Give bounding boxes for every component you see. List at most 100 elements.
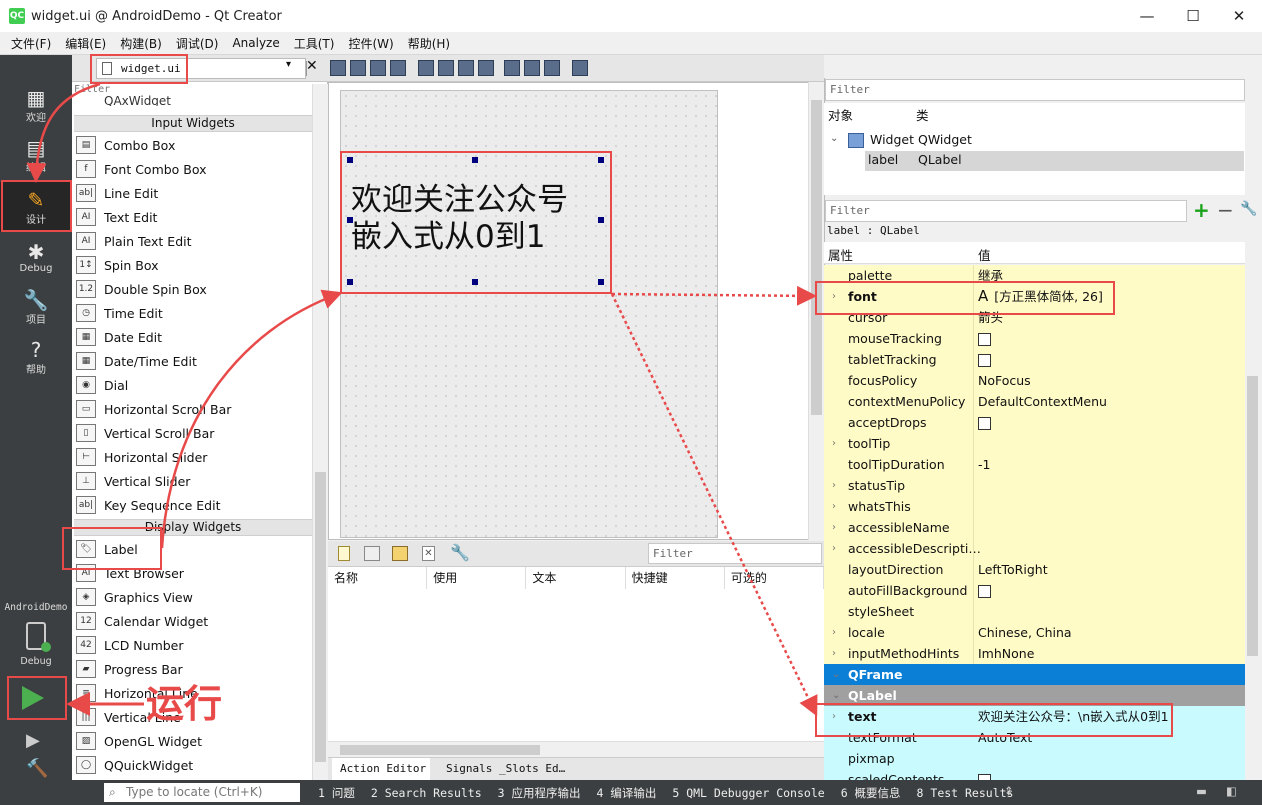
prop-value[interactable] (978, 580, 991, 601)
mode-edit[interactable]: ▤ 编辑 (0, 130, 72, 180)
break-layout-icon[interactable] (544, 60, 560, 76)
add-property-icon[interactable]: + (1193, 199, 1210, 221)
col-text[interactable]: 文本 (526, 567, 626, 589)
menu-debug[interactable]: 调试(D) (169, 35, 226, 52)
maximize-button[interactable]: ☐ (1170, 0, 1216, 32)
widget-item-qquickwidget[interactable]: ◯ QQuickWidget (76, 753, 193, 777)
menu-edit[interactable]: 编辑(E) (58, 35, 113, 52)
expand-chevron-icon[interactable]: › (832, 496, 836, 517)
prop-row-tooltip[interactable]: › toolTip (824, 433, 1245, 454)
obj-label-class[interactable]: QLabel (918, 152, 962, 167)
prop-value[interactable]: Chinese, China (978, 622, 1072, 643)
prop-row-pixmap[interactable]: pixmap (824, 748, 1245, 769)
expand-chevron-icon[interactable]: › (832, 622, 836, 643)
checkbox[interactable] (978, 333, 991, 346)
prop-row-focuspolicy[interactable]: focusPolicy NoFocus (824, 370, 1245, 391)
checkbox[interactable] (978, 354, 991, 367)
col-used[interactable]: 使用 (427, 567, 527, 589)
widget-item-key-sequence-edit[interactable]: ab| Key Sequence Edit (76, 493, 220, 517)
layout-v-splitter-icon[interactable] (478, 60, 494, 76)
widget-item-time-edit[interactable]: ◷ Time Edit (76, 301, 163, 325)
category-input-widgets[interactable]: Input Widgets (74, 115, 312, 132)
prop-value[interactable] (978, 328, 991, 349)
scrollbar-thumb[interactable] (340, 745, 540, 755)
prop-value[interactable]: ImhNone (978, 643, 1034, 664)
widget-item-font-combo-box[interactable]: f Font Combo Box (76, 157, 207, 181)
prop-row-contextmenupolicy[interactable]: contextMenuPolicy DefaultContextMenu (824, 391, 1245, 412)
checkbox[interactable] (978, 417, 991, 430)
expand-chevron-icon[interactable]: › (832, 538, 836, 559)
mode-debug[interactable]: ✱ Debug (0, 232, 72, 282)
widget-item-combo-box[interactable]: ▤ Combo Box (76, 133, 175, 157)
prop-row-layoutdirection[interactable]: layoutDirection LeftToRight (824, 559, 1245, 580)
widget-item-dial[interactable]: ◉ Dial (76, 373, 128, 397)
widget-item-vertical-scroll-bar[interactable]: ▯ Vertical Scroll Bar (76, 421, 214, 445)
expand-arrow-icon[interactable]: ⌄ (830, 133, 838, 144)
close-doc-icon[interactable]: ✕ (306, 58, 318, 74)
close-button[interactable]: ✕ (1216, 0, 1262, 32)
output-pane-general[interactable]: 6 概要信息 (833, 785, 909, 801)
expand-chevron-icon[interactable]: › (832, 517, 836, 538)
layout-horizontal-icon[interactable] (418, 60, 434, 76)
widget-item-text-edit[interactable]: AI Text Edit (76, 205, 157, 229)
widget-item-qaxwidget[interactable]: QAxWidget (104, 94, 171, 106)
prop-row-autofillbackground[interactable]: autoFillBackground (824, 580, 1245, 601)
widget-item-double-spin-box[interactable]: 1.2 Double Spin Box (76, 277, 207, 301)
obj-col-object[interactable]: 对象 (824, 103, 916, 129)
prop-value[interactable]: NoFocus (978, 370, 1031, 391)
edit-tab-order-icon[interactable] (390, 60, 406, 76)
new-action-icon[interactable] (338, 546, 350, 561)
minimize-button[interactable]: — (1124, 0, 1170, 32)
build-hammer-icon[interactable]: 🔨 (26, 758, 48, 779)
checkbox[interactable] (978, 585, 991, 598)
prop-value[interactable]: -1 (978, 454, 990, 475)
widget-item-vertical-slider[interactable]: ⊥ Vertical Slider (76, 469, 190, 493)
obj-widget-class[interactable]: QWidget (918, 132, 972, 147)
debug-run-icon[interactable]: ▶ (26, 730, 40, 751)
obj-col-class[interactable]: 类 (916, 103, 929, 129)
remove-property-icon[interactable]: − (1217, 199, 1234, 221)
layout-h-splitter-icon[interactable] (458, 60, 474, 76)
menu-build[interactable]: 构建(B) (113, 35, 169, 52)
property-scrollbar[interactable] (1245, 264, 1261, 780)
col-shortcut[interactable]: 快捷键 (626, 567, 725, 589)
prop-row-stylesheet[interactable]: styleSheet (824, 601, 1245, 622)
menu-widgets[interactable]: 控件(W) (341, 35, 400, 52)
widget-item-horizontal-slider[interactable]: ⊢ Horizontal Slider (76, 445, 207, 469)
expand-chevron-icon[interactable]: › (832, 643, 836, 664)
expand-chevron-icon[interactable]: ⌄ (832, 664, 840, 685)
copy-action-icon[interactable] (364, 546, 380, 561)
tab-signals-slots[interactable]: Signals _Slots Ed… (438, 758, 568, 780)
col-checkable[interactable]: 可选的 (725, 567, 825, 589)
mode-help[interactable]: ? 帮助 (0, 332, 72, 382)
menu-analyze[interactable]: Analyze (225, 36, 286, 50)
expand-chevron-icon[interactable]: › (832, 433, 836, 454)
configure-wrench-icon[interactable]: 🔧 (1240, 201, 1257, 217)
widget-item-opengl-widget[interactable]: ▨ OpenGL Widget (76, 729, 202, 753)
mode-projects[interactable]: 🔧 项目 (0, 282, 72, 332)
edit-buddies-icon[interactable] (370, 60, 386, 76)
widget-item-horizontal-scroll-bar[interactable]: ▭ Horizontal Scroll Bar (76, 397, 231, 421)
tab-action-editor[interactable]: Action Editor (332, 758, 430, 780)
prop-row-inputmethodhints[interactable]: › inputMethodHints ImhNone (824, 643, 1245, 664)
menu-tools[interactable]: 工具(T) (287, 35, 342, 52)
obj-label-name[interactable]: label (868, 152, 898, 167)
widget-item-spin-box[interactable]: 1↕ Spin Box (76, 253, 158, 277)
widget-item-progress-bar[interactable]: ▰ Progress Bar (76, 657, 183, 681)
output-pane-issues[interactable]: 1 问题 (310, 785, 363, 801)
output-pane-app-output[interactable]: 3 应用程序输出 (490, 785, 589, 801)
chevron-down-icon[interactable]: ▾ (286, 59, 291, 70)
delete-action-icon[interactable]: ✕ (422, 546, 435, 561)
widget-item-line-edit[interactable]: ab| Line Edit (76, 181, 158, 205)
locator-input[interactable]: ⌕ Type to locate (Ctrl+K) (104, 783, 300, 802)
prop-row-acceptdrops[interactable]: acceptDrops (824, 412, 1245, 433)
prop-value[interactable] (978, 349, 991, 370)
widget-box-scrollbar[interactable] (312, 84, 328, 780)
prop-value[interactable]: DefaultContextMenu (978, 391, 1107, 412)
obj-scrollbar[interactable] (1245, 103, 1261, 195)
configure-wrench-icon[interactable]: 🔧 (450, 543, 470, 562)
edit-widgets-icon[interactable] (330, 60, 346, 76)
output-pane-qml-debugger[interactable]: 5 QML Debugger Console (664, 786, 832, 800)
prop-row-qframe[interactable]: ⌄ QFrame (824, 664, 1245, 685)
mode-welcome[interactable]: ▦ 欢迎 (0, 80, 72, 130)
